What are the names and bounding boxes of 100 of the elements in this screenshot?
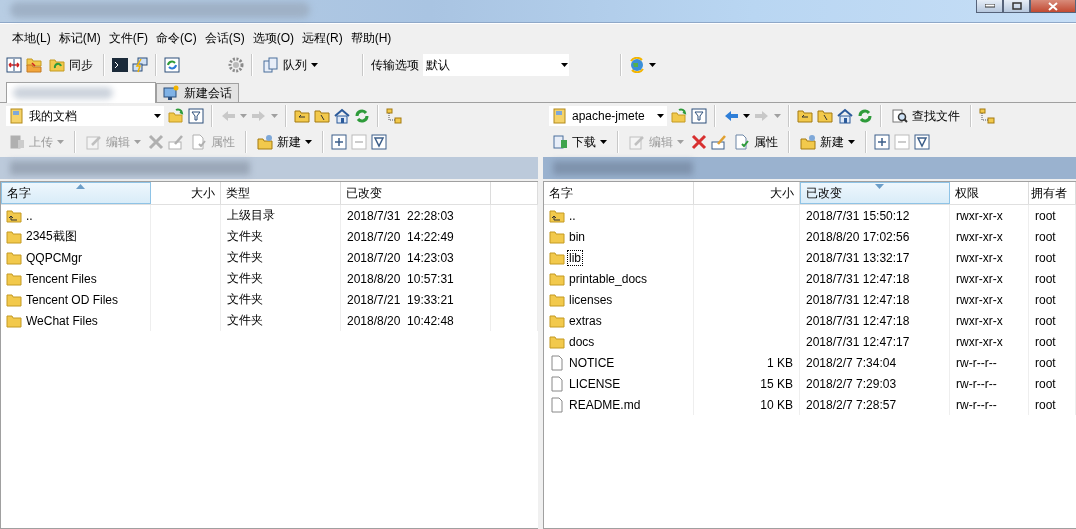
rename-icon[interactable] bbox=[711, 134, 727, 150]
globe-sync-icon[interactable] bbox=[629, 57, 645, 73]
table-cell: rwxr-xr-x bbox=[955, 208, 1004, 223]
new-session-tab[interactable]: 新建会话 bbox=[156, 83, 239, 102]
transfer-select[interactable]: 默认 bbox=[423, 54, 569, 76]
table-cell: 文件夹 bbox=[226, 270, 264, 287]
computers-icon[interactable] bbox=[132, 57, 148, 73]
menu-item[interactable]: 帮助(H) bbox=[346, 27, 396, 49]
path-dropdown[interactable]: apache-jmete bbox=[549, 106, 667, 126]
caret-icon bbox=[743, 114, 750, 118]
menu-item[interactable]: 标记(M) bbox=[54, 27, 105, 49]
file-name[interactable]: WeChat Files bbox=[25, 313, 99, 328]
menu-item[interactable]: 选项(O) bbox=[248, 27, 298, 49]
tree-icon[interactable] bbox=[979, 108, 995, 124]
caret-icon bbox=[657, 114, 664, 118]
open-folder-icon[interactable] bbox=[168, 108, 184, 124]
table-cell: 文件夹 bbox=[226, 312, 264, 329]
properties-icon bbox=[191, 134, 207, 150]
table-cell: 2018/7/20 14:22:49 bbox=[346, 229, 455, 244]
file-name[interactable]: NOTICE bbox=[568, 355, 616, 370]
column-header[interactable]: 拥有者 bbox=[1029, 182, 1076, 204]
session-tab[interactable] bbox=[6, 82, 156, 103]
table-cell: 2018/2/7 7:34:04 bbox=[805, 355, 898, 370]
table-cell: 文件夹 bbox=[226, 228, 264, 245]
filter-select-icon[interactable] bbox=[914, 134, 930, 150]
plus-icon[interactable] bbox=[331, 134, 347, 150]
parent-folder-icon[interactable] bbox=[294, 108, 310, 124]
download-button[interactable]: 下载 bbox=[549, 131, 610, 153]
file-name[interactable]: .. bbox=[568, 208, 577, 223]
caret-icon bbox=[154, 114, 161, 118]
home-icon[interactable] bbox=[334, 108, 350, 124]
table-cell: rwxr-xr-x bbox=[955, 271, 1004, 286]
file-name[interactable]: README.md bbox=[568, 397, 642, 412]
delete-icon[interactable] bbox=[691, 134, 707, 150]
queue-button[interactable]: 队列 bbox=[260, 54, 321, 76]
table-cell: rwxr-xr-x bbox=[955, 313, 1004, 328]
menu-item[interactable]: 文件(F) bbox=[104, 27, 152, 49]
new-folder-icon bbox=[257, 134, 273, 150]
file-name[interactable]: LICENSE bbox=[568, 376, 622, 391]
minimize-button[interactable] bbox=[976, 0, 1003, 13]
terminal-icon[interactable] bbox=[112, 57, 128, 73]
refresh-icon[interactable] bbox=[857, 108, 873, 124]
sort-arrow-icon bbox=[875, 184, 884, 189]
table-cell: 文件夹 bbox=[226, 291, 264, 308]
plus-icon[interactable] bbox=[874, 134, 890, 150]
menu-item[interactable]: 命令(C) bbox=[152, 27, 201, 49]
table-cell: root bbox=[1034, 250, 1057, 265]
tree-icon[interactable] bbox=[386, 108, 402, 124]
caret-icon bbox=[774, 114, 781, 118]
filter-icon[interactable] bbox=[188, 108, 204, 124]
upload-icon bbox=[9, 134, 25, 150]
synchronize-button[interactable]: 同步 bbox=[46, 54, 96, 76]
refresh-icon[interactable] bbox=[354, 108, 370, 124]
new-button[interactable]: 新建 bbox=[797, 131, 858, 153]
file-name[interactable]: licenses bbox=[568, 292, 614, 307]
back-arrow-icon[interactable] bbox=[723, 108, 739, 124]
root-folder-icon[interactable] bbox=[314, 108, 330, 124]
file-icon bbox=[549, 354, 565, 371]
file-name[interactable]: printable_docs bbox=[568, 271, 649, 286]
table-cell: 10 KB bbox=[759, 397, 794, 412]
file-name[interactable]: docs bbox=[568, 334, 596, 349]
new-folder-icon bbox=[800, 134, 816, 150]
table-cell: root bbox=[1034, 271, 1057, 286]
close-button[interactable] bbox=[1030, 0, 1076, 13]
column-header[interactable]: 名字 bbox=[1, 182, 151, 204]
file-name[interactable]: QQPCMgr bbox=[25, 250, 83, 265]
properties-button[interactable]: 属性 bbox=[731, 131, 781, 153]
filter-select-icon[interactable] bbox=[371, 134, 387, 150]
menu-item[interactable]: 会话(S) bbox=[200, 27, 249, 49]
menu-item[interactable]: 本地(L) bbox=[8, 27, 55, 49]
open-folder-icon[interactable] bbox=[671, 108, 687, 124]
column-header[interactable]: 已改变 bbox=[800, 182, 950, 204]
parent-folder-icon[interactable] bbox=[797, 108, 813, 124]
file-name[interactable]: .. bbox=[25, 208, 34, 223]
refresh-screen-icon[interactable] bbox=[164, 57, 180, 73]
root-folder-icon[interactable] bbox=[817, 108, 833, 124]
file-name[interactable]: Tencent Files bbox=[25, 271, 98, 286]
table-cell: 2018/8/20 17:02:56 bbox=[805, 229, 911, 244]
table-cell: 上级目录 bbox=[226, 207, 276, 224]
file-name[interactable]: extras bbox=[568, 313, 603, 328]
path-dropdown[interactable]: 我的文档 bbox=[6, 106, 164, 126]
settings-icon[interactable] bbox=[228, 57, 244, 73]
file-name[interactable]: Tencent OD Files bbox=[25, 292, 120, 307]
file-name[interactable]: lib bbox=[568, 250, 582, 265]
file-name[interactable]: bin bbox=[568, 229, 586, 244]
menu-item[interactable]: 远程(R) bbox=[298, 27, 347, 49]
table-cell: 2018/7/31 12:47:18 bbox=[805, 313, 911, 328]
file-name[interactable]: 2345截图 bbox=[25, 228, 78, 245]
table-cell: 2018/8/20 10:42:48 bbox=[346, 313, 455, 328]
new-button[interactable]: 新建 bbox=[254, 131, 315, 153]
find-files-button[interactable]: 查找文件 bbox=[889, 105, 963, 127]
home-icon[interactable] bbox=[837, 108, 853, 124]
table-cell: 2018/8/20 10:57:31 bbox=[346, 271, 455, 286]
sort-arrow-icon bbox=[76, 184, 85, 189]
filter-icon[interactable] bbox=[691, 108, 707, 124]
maximize-button[interactable] bbox=[1003, 0, 1030, 13]
compare-icon[interactable] bbox=[6, 57, 22, 73]
path-text: 我的文档 bbox=[29, 107, 77, 125]
folders-icon[interactable] bbox=[26, 57, 42, 73]
caret-icon bbox=[561, 63, 568, 67]
